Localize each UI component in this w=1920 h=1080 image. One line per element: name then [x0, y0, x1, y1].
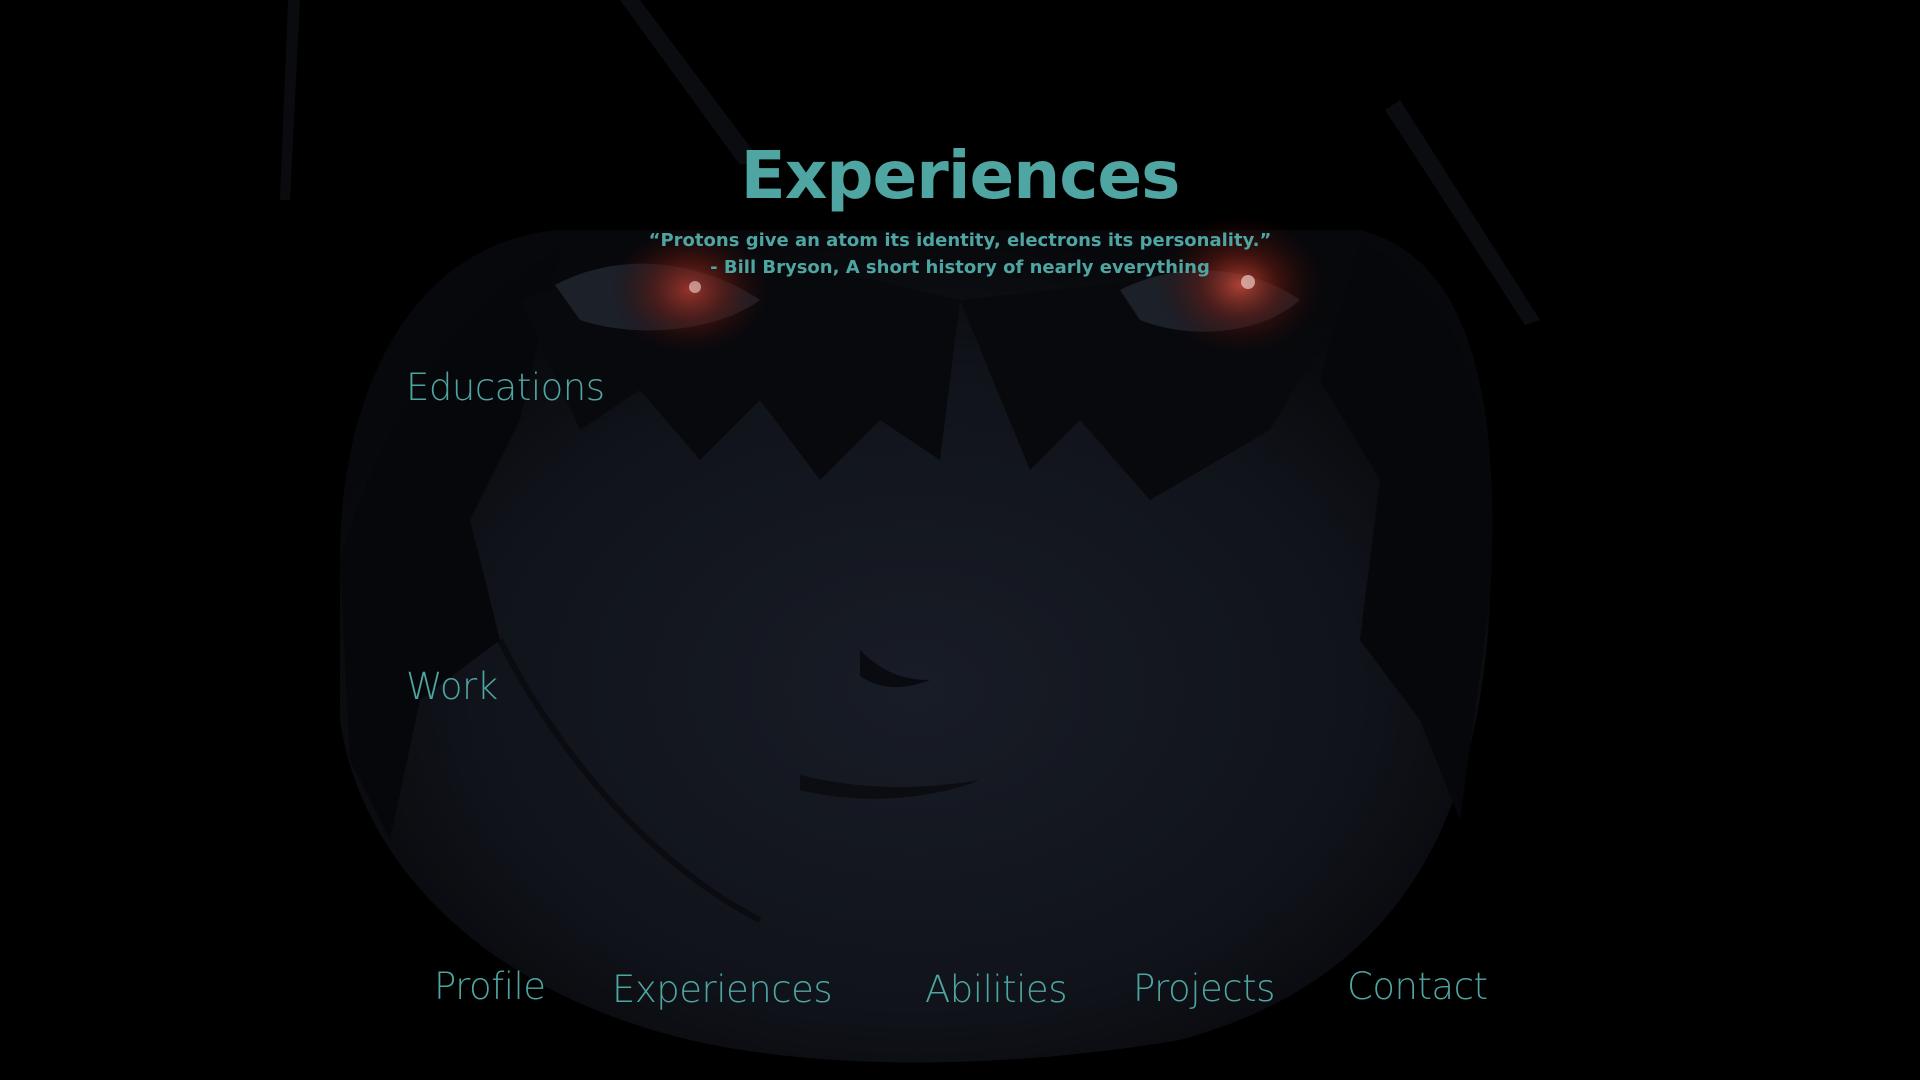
- section-work-label: Work: [406, 665, 498, 708]
- nav-projects[interactable]: Projects: [1133, 967, 1275, 1010]
- page-title: Experiences: [740, 137, 1181, 214]
- nav-experiences[interactable]: Experiences: [612, 968, 833, 1011]
- quote-text: “Protons give an atom its identity, elec…: [648, 230, 1272, 251]
- bottom-navigation: Profile Experiences Abilities Projects C…: [0, 962, 1920, 1022]
- quote: “Protons give an atom its identity, elec…: [0, 227, 1920, 281]
- nav-contact[interactable]: Contact: [1347, 965, 1488, 1008]
- section-educations-label: Educations: [406, 366, 605, 409]
- quote-attribution: - Bill Bryson, A short history of nearly…: [710, 257, 1210, 278]
- nav-profile[interactable]: Profile: [434, 965, 546, 1008]
- nav-abilities[interactable]: Abilities: [925, 968, 1067, 1011]
